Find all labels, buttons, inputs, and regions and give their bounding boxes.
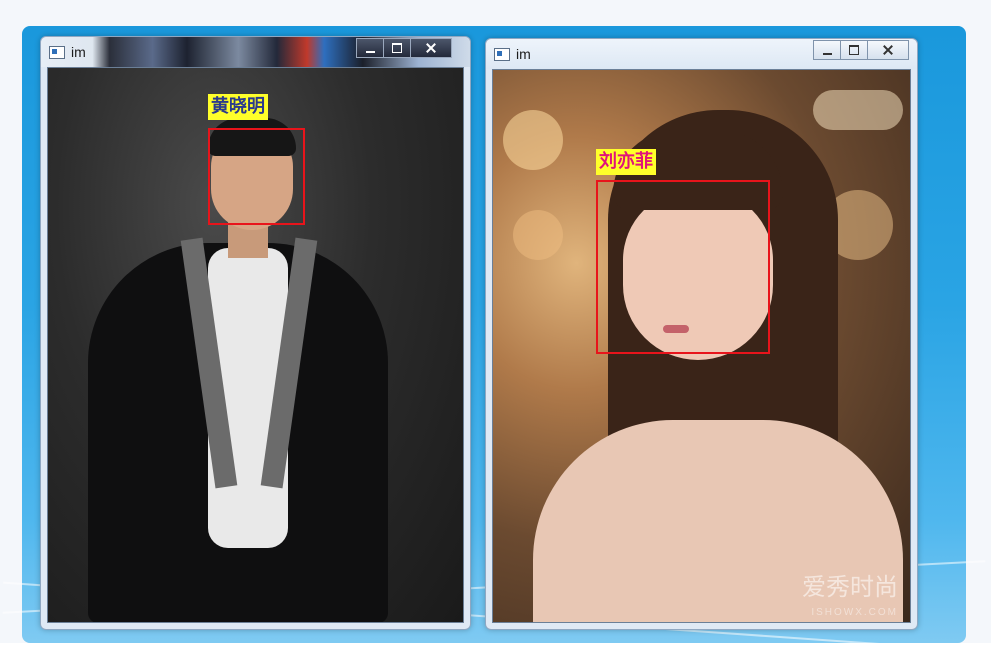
- window-title: im: [516, 46, 531, 62]
- bokeh-light: [513, 210, 563, 260]
- window-controls: [356, 38, 452, 58]
- watermark-logo: 爱秀时尚: [802, 573, 898, 601]
- photo-woman-long-hair: 刘亦菲 爱秀时尚 ISHOWX.COM: [493, 70, 910, 622]
- window-title: im: [71, 44, 86, 60]
- image-window-right[interactable]: im 刘亦菲 爱秀时尚 ISHOWX.COM: [485, 38, 918, 630]
- bokeh-light: [813, 90, 903, 130]
- image-window-left[interactable]: im 黄晓明: [40, 36, 471, 630]
- face-name-label: 黄晓明: [208, 94, 268, 120]
- maximize-icon: [384, 39, 410, 57]
- app-icon: [494, 48, 510, 61]
- face-detection-box: [208, 128, 305, 225]
- window-titlebar[interactable]: im: [41, 37, 470, 67]
- minimize-button[interactable]: [813, 40, 841, 60]
- maximize-button[interactable]: [383, 38, 411, 58]
- close-button[interactable]: [867, 40, 909, 60]
- app-icon: [49, 46, 65, 59]
- image-canvas: 刘亦菲 爱秀时尚 ISHOWX.COM: [492, 69, 911, 623]
- window-titlebar[interactable]: im: [486, 39, 917, 69]
- minimize-icon: [814, 41, 840, 59]
- close-icon: [411, 39, 451, 57]
- maximize-button[interactable]: [840, 40, 868, 60]
- face-detection-box: [596, 180, 770, 354]
- face-name-label: 刘亦菲: [596, 149, 656, 175]
- minimize-icon: [357, 39, 383, 57]
- image-canvas: 黄晓明: [47, 67, 464, 623]
- window-controls: [813, 40, 909, 60]
- watermark-url: ISHOWX.COM: [811, 607, 898, 618]
- photo-man-in-suit: 黄晓明: [48, 68, 463, 622]
- maximize-icon: [841, 41, 867, 59]
- bokeh-light: [503, 110, 563, 170]
- minimize-button[interactable]: [356, 38, 384, 58]
- close-button[interactable]: [410, 38, 452, 58]
- close-icon: [868, 41, 908, 59]
